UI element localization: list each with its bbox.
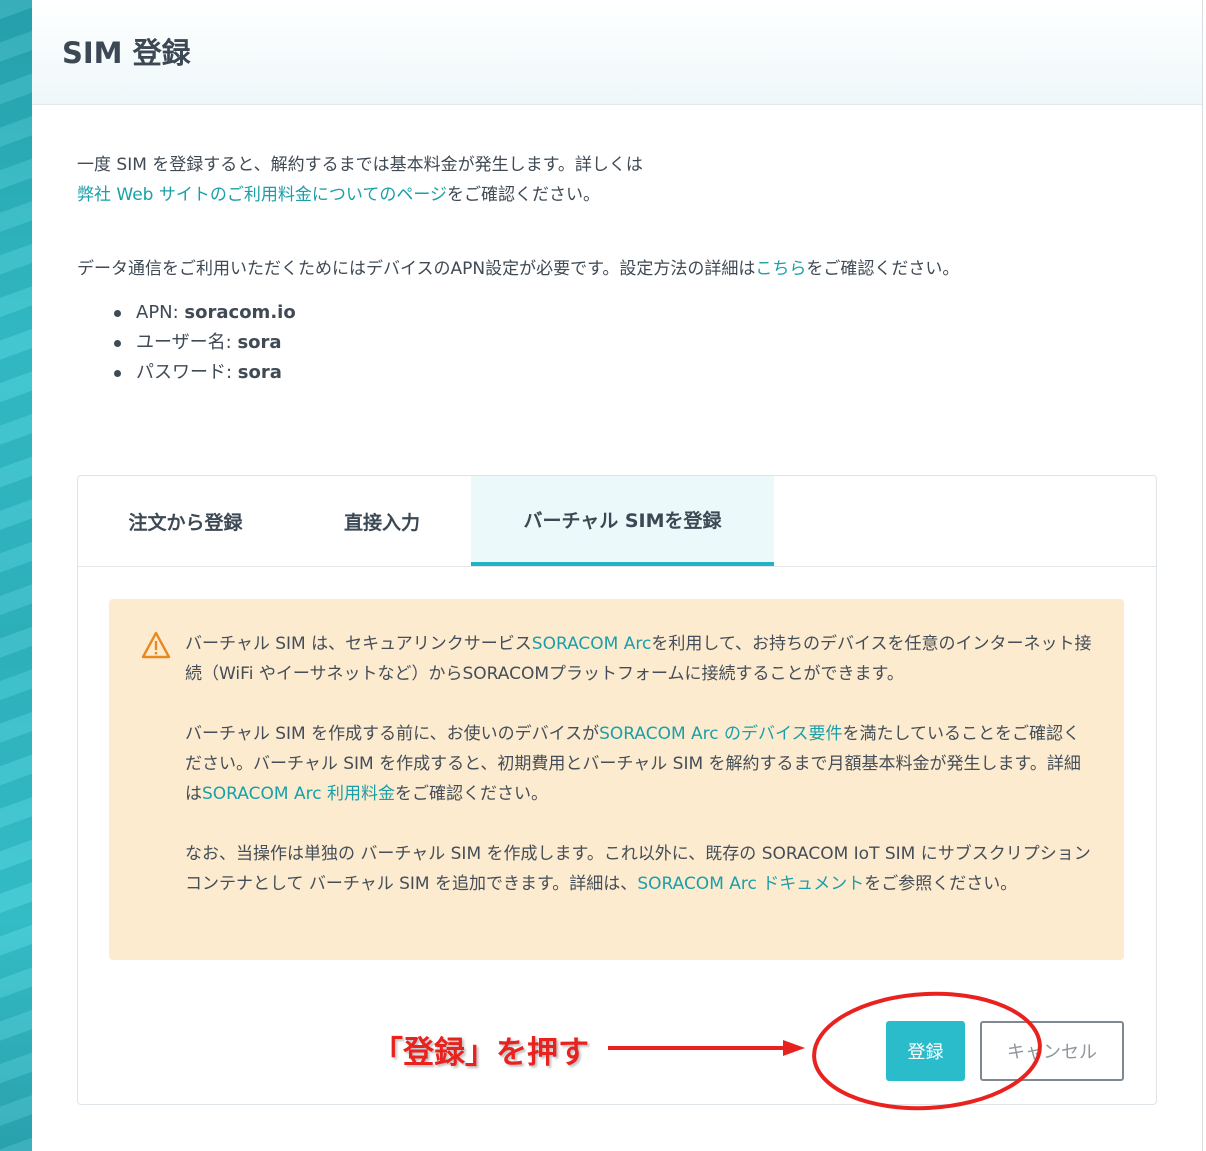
list-item: ユーザー名: sora bbox=[112, 328, 296, 358]
password-label: パスワード: bbox=[136, 362, 238, 383]
list-item: パスワード: sora bbox=[112, 358, 296, 388]
notice-paragraph: なお、当操作は単独の バーチャル SIM を作成します。これ以外に、既存の SO… bbox=[185, 839, 1095, 899]
apn-info-text: データ通信をご利用いただくためにはデバイスのAPN設定が必要です。設定方法の詳細… bbox=[77, 254, 1157, 284]
tab-direct-input[interactable]: 直接入力 bbox=[293, 476, 471, 566]
register-method-panel: 注文から登録 直接入力 バーチャル SIMを登録 バーチャル SIM は、セキュ… bbox=[77, 475, 1157, 1105]
annotation-instruction: 「登録」を押す bbox=[372, 1035, 589, 1071]
apn-label: APN: bbox=[136, 302, 185, 323]
tab-bar: 注文から登録 直接入力 バーチャル SIMを登録 bbox=[78, 476, 1156, 567]
register-button[interactable]: 登録 bbox=[886, 1021, 965, 1081]
apn-details-link[interactable]: こちら bbox=[755, 259, 806, 279]
intro-line2-suffix: をご確認ください。 bbox=[447, 185, 601, 205]
apn-suffix: をご確認ください。 bbox=[806, 259, 960, 279]
list-item: APN: soracom.io bbox=[112, 298, 296, 328]
apn-settings-list: APN: soracom.io ユーザー名: sora パスワード: sora bbox=[112, 298, 296, 388]
notice-body: バーチャル SIM は、セキュアリンクサービスSORACOM Arcを利用して、… bbox=[185, 629, 1095, 899]
cancel-button[interactable]: キャンセル bbox=[980, 1021, 1124, 1081]
soracom-arc-link[interactable]: SORACOM Arc bbox=[532, 634, 652, 654]
dialog-title: SIM 登録 bbox=[62, 36, 191, 70]
arc-pricing-link[interactable]: SORACOM Arc 利用料金 bbox=[202, 784, 395, 804]
notice-text: をご確認ください。 bbox=[394, 784, 548, 804]
notice-paragraph: バーチャル SIM を作成する前に、お使いのデバイスがSORACOM Arc の… bbox=[185, 719, 1095, 809]
apn-value: soracom.io bbox=[184, 302, 296, 323]
notice-paragraph: バーチャル SIM は、セキュアリンクサービスSORACOM Arcを利用して、… bbox=[185, 629, 1095, 689]
notice-text: をご参照ください。 bbox=[864, 874, 1018, 894]
intro-line1: 一度 SIM を登録すると、解約するまでは基本料金が発生します。詳しくは bbox=[77, 155, 643, 175]
device-requirements-link[interactable]: SORACOM Arc のデバイス要件 bbox=[599, 724, 842, 744]
notice-text: バーチャル SIM は、セキュアリンクサービス bbox=[185, 634, 532, 654]
background-strip bbox=[0, 0, 32, 1151]
sim-register-dialog: SIM 登録 一度 SIM を登録すると、解約するまでは基本料金が発生します。詳… bbox=[32, 0, 1203, 1151]
arc-docs-link[interactable]: SORACOM Arc ドキュメント bbox=[637, 874, 864, 894]
apn-text: データ通信をご利用いただくためにはデバイスのAPN設定が必要です。設定方法の詳細… bbox=[77, 259, 756, 279]
notice-text: バーチャル SIM を作成する前に、お使いのデバイスが bbox=[185, 724, 600, 744]
tab-register-from-order[interactable]: 注文から登録 bbox=[78, 476, 293, 566]
pricing-link[interactable]: 弊社 Web サイトのご利用料金についてのページ bbox=[77, 185, 447, 205]
intro-text: 一度 SIM を登録すると、解約するまでは基本料金が発生します。詳しくは 弊社 … bbox=[77, 150, 1157, 210]
dialog-header: SIM 登録 bbox=[32, 0, 1202, 105]
virtual-sim-notice: バーチャル SIM は、セキュアリンクサービスSORACOM Arcを利用して、… bbox=[109, 599, 1124, 960]
username-value: sora bbox=[237, 332, 282, 353]
password-value: sora bbox=[237, 362, 282, 383]
warning-icon bbox=[141, 631, 171, 659]
username-label: ユーザー名: bbox=[136, 332, 238, 353]
tab-virtual-sim[interactable]: バーチャル SIMを登録 bbox=[471, 476, 774, 566]
